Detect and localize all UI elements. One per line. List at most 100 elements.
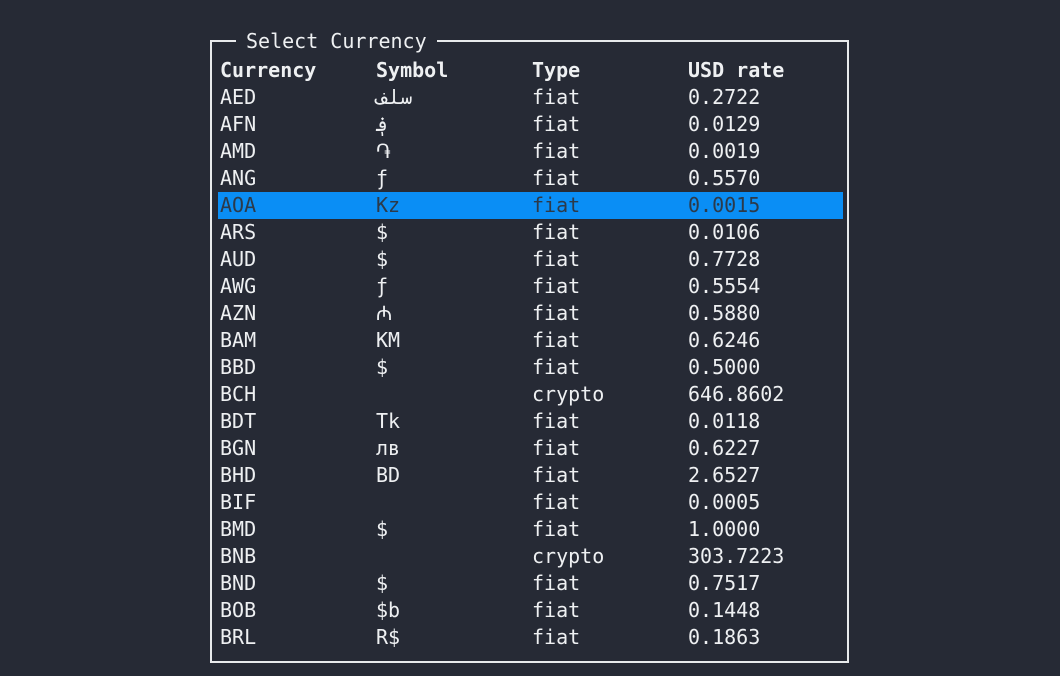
cell-symbol: BD [376, 463, 401, 487]
cell-type: fiat [532, 112, 581, 136]
cell-usd-rate: 0.6227 [688, 436, 761, 460]
cell-usd-rate: 0.0015 [688, 193, 761, 217]
cell-currency: BDT [220, 409, 257, 433]
cell-usd-rate: 0.1448 [688, 598, 761, 622]
currency-select-dialog: Select Currency Currency Symbol Type USD… [210, 28, 849, 663]
table-row[interactable]: ANG ƒ fiat 0.5570 [218, 165, 843, 192]
cell-usd-rate: 646.8602 [688, 382, 785, 406]
cell-usd-rate: 0.5880 [688, 301, 761, 325]
dialog-title: Select Currency [236, 28, 437, 54]
cell-type: fiat [532, 571, 581, 595]
cell-symbol: ₼ [376, 301, 393, 325]
cell-symbol: R$ [376, 625, 401, 649]
table-header-row: Currency Symbol Type USD rate [218, 57, 843, 84]
cell-symbol: ֏ [376, 139, 391, 163]
cell-usd-rate: 0.0129 [688, 112, 761, 136]
cell-currency: BHD [220, 463, 257, 487]
cell-currency: BIF [220, 490, 257, 514]
cell-currency: BGN [220, 436, 257, 460]
cell-usd-rate: 0.0118 [688, 409, 761, 433]
cell-symbol: $ [376, 517, 389, 541]
cell-currency: BOB [220, 598, 257, 622]
cell-symbol: ؋ [376, 112, 388, 136]
cell-symbol: Kz [376, 193, 401, 217]
table-row[interactable]: BOB $b fiat 0.1448 [218, 597, 843, 624]
cell-currency: BRL [220, 625, 257, 649]
table-row[interactable]: AMD ֏ fiat 0.0019 [218, 138, 843, 165]
cell-type: crypto [532, 544, 605, 568]
cell-symbol: $b [376, 598, 401, 622]
column-header-currency: Currency [220, 58, 317, 82]
cell-usd-rate: 303.7223 [688, 544, 785, 568]
cell-symbol: $ [376, 571, 389, 595]
cell-currency: BND [220, 571, 257, 595]
cell-symbol: ƒ [376, 166, 389, 190]
column-header-symbol: Symbol [376, 58, 449, 82]
cell-type: fiat [532, 409, 581, 433]
cell-currency: AED [220, 85, 257, 109]
table-row[interactable]: AWG ƒ fiat 0.5554 [218, 273, 843, 300]
cell-type: crypto [532, 382, 605, 406]
cell-currency: AWG [220, 274, 257, 298]
table-row[interactable]: BCH crypto 646.8602 [218, 381, 843, 408]
cell-symbol: лв [376, 436, 401, 460]
cell-symbol: KM [376, 328, 401, 352]
table-row[interactable]: ARS $ fiat 0.0106 [218, 219, 843, 246]
cell-symbol: ƒ [376, 274, 389, 298]
table-row[interactable]: BAM KM fiat 0.6246 [218, 327, 843, 354]
cell-usd-rate: 0.0106 [688, 220, 761, 244]
cell-currency: ARS [220, 220, 257, 244]
table-row[interactable]: BHD BD fiat 2.6527 [218, 462, 843, 489]
table-row[interactable]: AED سلف fiat 0.2722 [218, 84, 843, 111]
cell-currency: AZN [220, 301, 257, 325]
column-header-usd-rate: USD rate [688, 58, 785, 82]
table-row[interactable]: BMD $ fiat 1.0000 [218, 516, 843, 543]
cell-currency: AFN [220, 112, 257, 136]
cell-usd-rate: 0.7728 [688, 247, 761, 271]
table-row[interactable]: AUD $ fiat 0.7728 [218, 246, 843, 273]
table-row[interactable]: BDT Tk fiat 0.0118 [218, 408, 843, 435]
currency-table: Currency Symbol Type USD rate AED سلف fiat… [218, 57, 843, 651]
table-row[interactable]: BRL R$ fiat 0.1863 [218, 624, 843, 651]
cell-type: fiat [532, 625, 581, 649]
cell-type: fiat [532, 301, 581, 325]
table-body: AED سلف fiat 0.2722 AFN ؋ fiat 0.0129 AMD ֏ fiat 0.… [218, 84, 843, 651]
cell-type: fiat [532, 436, 581, 460]
cell-usd-rate: 0.7517 [688, 571, 761, 595]
cell-usd-rate: 0.6246 [688, 328, 761, 352]
cell-type: fiat [532, 85, 581, 109]
table-row[interactable]: BND $ fiat 0.7517 [218, 570, 843, 597]
cell-currency: BNB [220, 544, 257, 568]
table-row[interactable]: BBD $ fiat 0.5000 [218, 354, 843, 381]
cell-symbol [376, 543, 532, 570]
table-row[interactable]: BGN лв fiat 0.6227 [218, 435, 843, 462]
cell-usd-rate: 0.5000 [688, 355, 761, 379]
cell-usd-rate: 1.0000 [688, 517, 761, 541]
cell-usd-rate: 0.5570 [688, 166, 761, 190]
table-row[interactable]: AFN ؋ fiat 0.0129 [218, 111, 843, 138]
table-row-selected[interactable]: AOA Kz fiat 0.0015 [218, 192, 843, 219]
table-row[interactable]: BNB crypto 303.7223 [218, 543, 843, 570]
cell-usd-rate: 0.5554 [688, 274, 761, 298]
cell-type: fiat [532, 139, 581, 163]
cell-symbol [376, 381, 532, 408]
table-row[interactable]: BIF fiat 0.0005 [218, 489, 843, 516]
cell-type: fiat [532, 463, 581, 487]
cell-symbol: $ [376, 220, 389, 244]
cell-type: fiat [532, 517, 581, 541]
cell-currency: AMD [220, 139, 257, 163]
cell-currency: AUD [220, 247, 257, 271]
cell-currency: ANG [220, 166, 257, 190]
cell-symbol: $ [376, 247, 389, 271]
cell-symbol [376, 489, 532, 516]
cell-type: fiat [532, 355, 581, 379]
cell-usd-rate: 2.6527 [688, 463, 761, 487]
cell-currency: BAM [220, 328, 257, 352]
table-row[interactable]: AZN ₼ fiat 0.5880 [218, 300, 843, 327]
cell-type: fiat [532, 328, 581, 352]
cell-usd-rate: 0.0005 [688, 490, 761, 514]
cell-currency: AOA [220, 193, 257, 217]
cell-type: fiat [532, 220, 581, 244]
cell-symbol: سلف [376, 85, 413, 109]
cell-usd-rate: 0.2722 [688, 85, 761, 109]
